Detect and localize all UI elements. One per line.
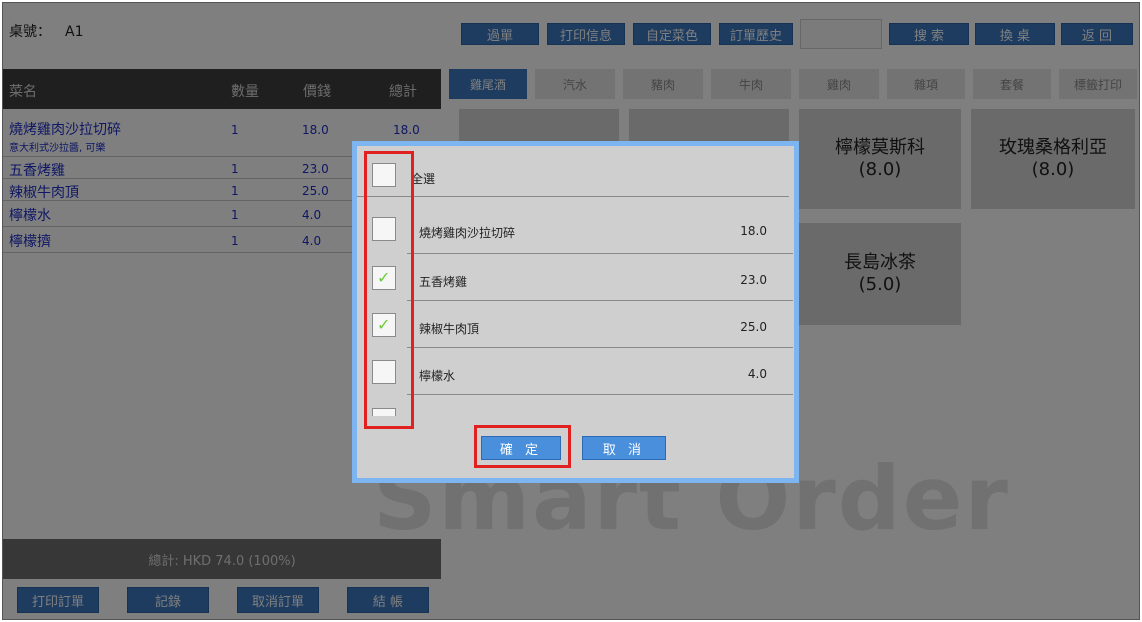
dialog-item-name: 燒烤雞肉沙拉切碎 xyxy=(419,226,516,240)
dialog-item-name: 五香烤雞 xyxy=(419,275,468,289)
divider xyxy=(357,196,789,197)
dialog-item-price: 18.0 xyxy=(740,224,767,238)
checkbox-column-highlight xyxy=(364,151,414,429)
confirm-button[interactable]: 確 定 xyxy=(481,436,561,460)
dialog-item-price: 23.0 xyxy=(740,273,767,287)
dialog-item-name: 檸檬水 xyxy=(419,369,456,383)
pos-screen: 桌號：A1 過單 打印信息 自定菜色 訂單歷史 搜 索 換 桌 返 回 菜名 數… xyxy=(2,2,1140,620)
dialog-body: 全選 燒烤雞肉沙拉切碎 18.0 ✓ 五香烤雞 23.0 ✓ 辣椒牛肉頂 25.… xyxy=(357,146,794,478)
divider xyxy=(407,253,793,254)
select-all-label: 全選 xyxy=(411,172,436,186)
split-items-dialog: 全選 燒烤雞肉沙拉切碎 18.0 ✓ 五香烤雞 23.0 ✓ 辣椒牛肉頂 25.… xyxy=(352,141,799,483)
divider xyxy=(407,347,793,348)
dialog-item-price: 4.0 xyxy=(747,367,767,381)
divider xyxy=(407,394,793,395)
divider xyxy=(407,300,793,301)
dialog-item-name: 辣椒牛肉頂 xyxy=(419,322,480,336)
cancel-button[interactable]: 取 消 xyxy=(582,436,666,460)
dialog-item-price: 25.0 xyxy=(740,320,767,334)
